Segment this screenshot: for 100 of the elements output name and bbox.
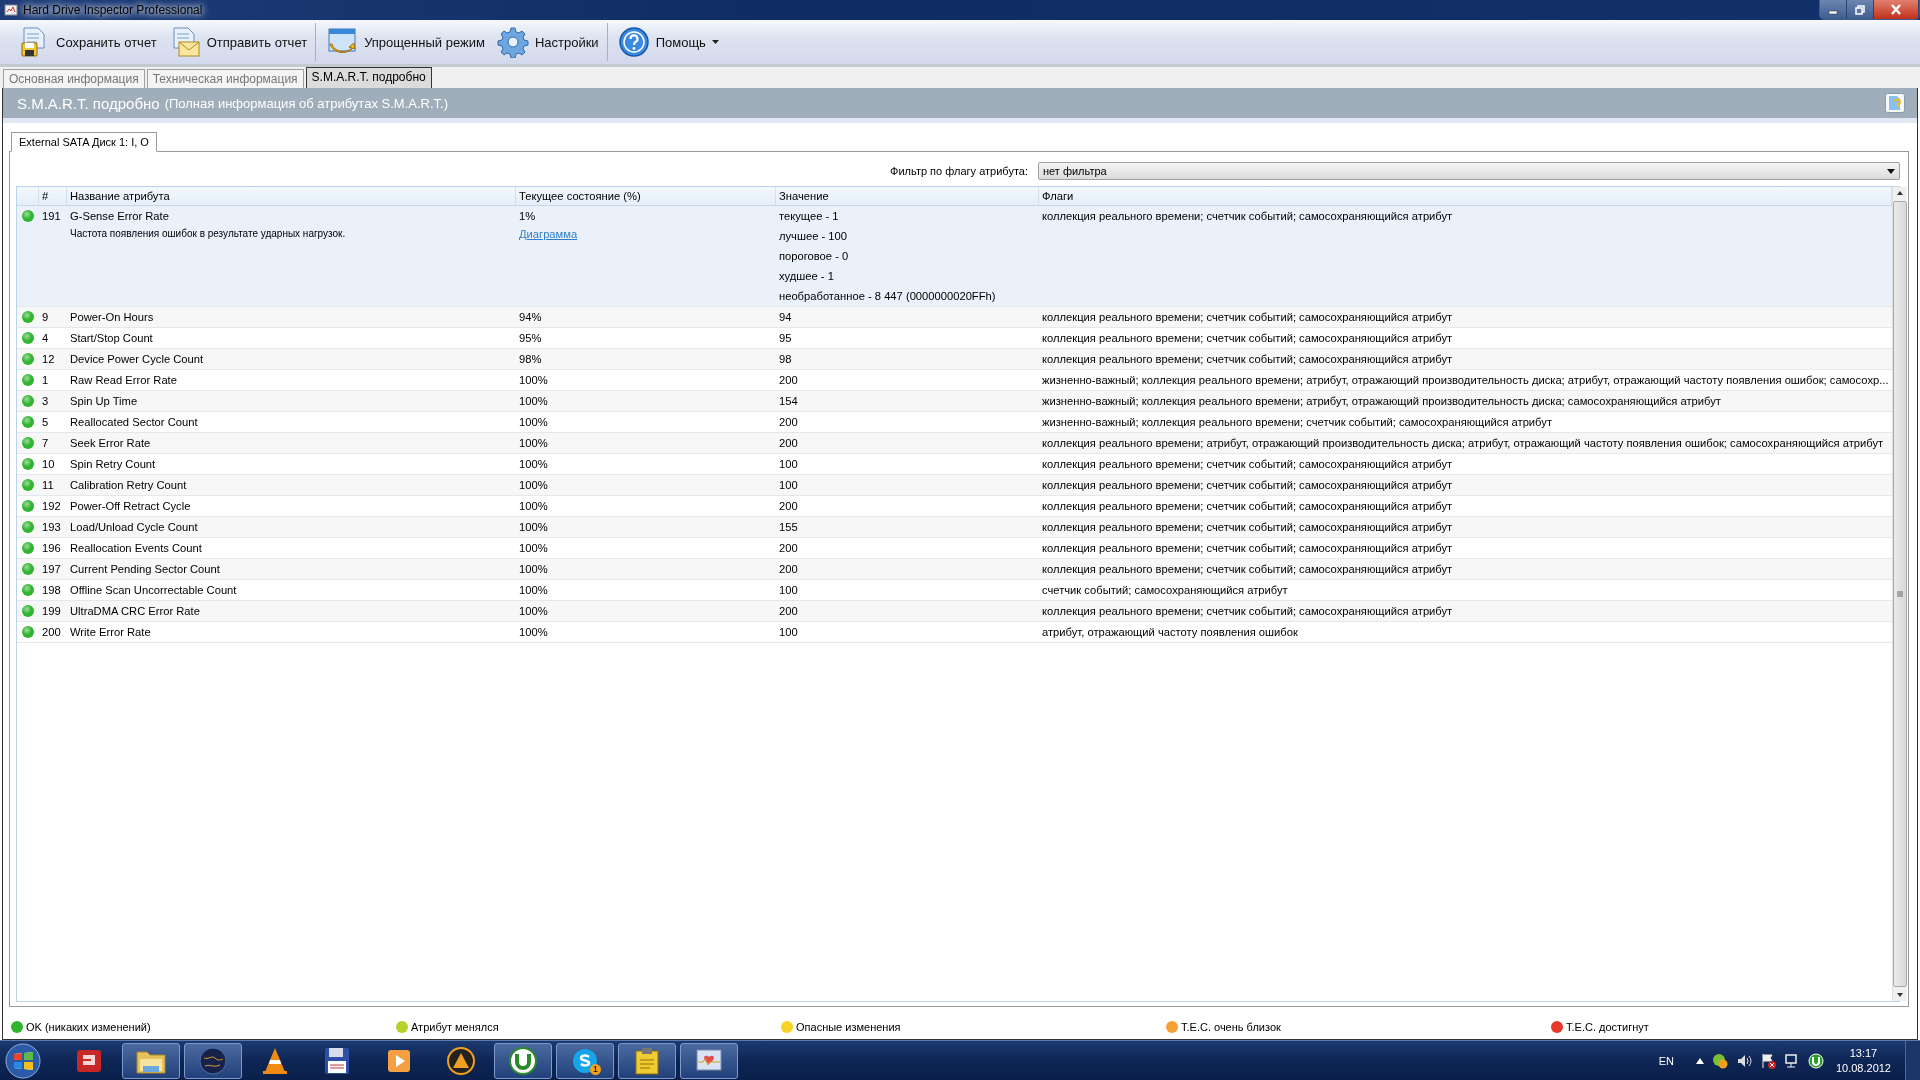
table-cell-text: Start/Stop Count xyxy=(70,331,154,346)
column-header[interactable]: Флаги xyxy=(1039,187,1892,205)
help-icon xyxy=(617,26,650,58)
value-detail: худшее - 1 xyxy=(779,269,835,284)
table-cell-text: Raw Read Error Rate xyxy=(70,373,178,388)
legend-label: T.E.C. достигнут xyxy=(1566,1021,1649,1033)
table-cell-text: 155 xyxy=(779,520,799,535)
section-title: S.M.A.R.T. подробно xyxy=(17,94,160,112)
tab[interactable]: Основная информация xyxy=(3,69,145,88)
table-cell: коллекция реального времени; счетчик событий; самосохраняющийся атрибут xyxy=(1042,479,1453,491)
close-button[interactable] xyxy=(1874,0,1919,19)
table-cell: коллекция реального времени; счетчик событий; самосохраняющийся атрибут xyxy=(1042,353,1453,365)
table-cell-text: 3 xyxy=(41,394,50,409)
table-cell: коллекция реального времени; счетчик событий; самосохраняющийся атрибут xyxy=(1042,563,1453,575)
column-header[interactable]: Название атрибута xyxy=(67,187,516,205)
table-cell: счетчик событий; самосохраняющийся атрибут xyxy=(1042,584,1288,596)
language-indicator[interactable]: EN xyxy=(1658,1054,1674,1067)
table-cell-text: 100% xyxy=(519,394,549,409)
network-icon[interactable] xyxy=(1783,1052,1800,1069)
restore-button[interactable] xyxy=(1847,0,1874,19)
taskbar-button[interactable]: 1 xyxy=(556,1042,614,1079)
table-cell-text: 100 xyxy=(779,457,799,472)
table-cell-text: 100% xyxy=(519,604,549,619)
table-cell-text: 196 xyxy=(41,541,62,556)
show-desktop-button[interactable] xyxy=(1905,1040,1920,1080)
toolbar-button[interactable]: Сохранить отчет xyxy=(12,23,163,61)
table-cell-text: 94% xyxy=(519,310,543,325)
table-cell-text: 100% xyxy=(519,457,549,472)
table-cell-text: 9 xyxy=(41,310,50,325)
table-cell-text: 191 xyxy=(41,209,62,224)
table-cell-text: 200 xyxy=(779,604,799,619)
table-cell-text: 1 xyxy=(41,373,50,388)
table-cell-text: 199 xyxy=(41,604,62,619)
table-cell-text: Offline Scan Uncorrectable Count xyxy=(70,583,238,598)
table-cell-text: Reallocated Sector Count xyxy=(70,415,199,430)
toolbar-button[interactable]: Упрощенный режим xyxy=(320,23,491,61)
filter-label: Фильтр по флагу атрибута: xyxy=(890,165,1028,177)
filter-dropdown[interactable]: нет фильтра xyxy=(1038,162,1900,180)
taskbar-button[interactable] xyxy=(680,1042,738,1079)
show-hidden-icons-icon[interactable] xyxy=(1695,1057,1704,1064)
tab[interactable]: Техническая информация xyxy=(146,69,304,88)
table-cell: коллекция реального времени; счетчик событий; самосохраняющийся атрибут xyxy=(1042,458,1453,470)
table-cell-text: Load/Unload Cycle Count xyxy=(70,520,199,535)
table-cell: коллекция реального времени; счетчик событий; самосохраняющийся атрибут xyxy=(1042,521,1453,533)
taskbar-button[interactable] xyxy=(494,1042,552,1079)
table-cell: жизненно-важный; коллекция реального времени; атрибут, отражающий производительность диска; самосохраняющийся атрибут xyxy=(1042,395,1721,407)
table-cell-text: 98% xyxy=(519,352,543,367)
table-cell-text: 100 xyxy=(779,478,799,493)
table-cell-text: Power-On Hours xyxy=(70,310,155,325)
table-cell-text: 100% xyxy=(519,625,549,640)
table-cell-text: Spin Up Time xyxy=(70,394,139,409)
table-cell: коллекция реального времени; атрибут, отражающий производительность диска; атрибут, отражающий частоту появления ошибок; самосохраняющийся атрибут xyxy=(1042,437,1884,449)
column-header[interactable]: # xyxy=(39,187,67,205)
table-cell-text: Reallocation Events Count xyxy=(70,541,203,556)
table-cell-text: Write Error Rate xyxy=(70,625,152,640)
chat-status-icon[interactable] xyxy=(1711,1052,1728,1069)
tab[interactable]: S.M.A.R.T. подробно xyxy=(305,67,432,88)
help-document-icon[interactable] xyxy=(1885,93,1905,113)
table-cell-text: G-Sense Error Rate xyxy=(70,209,170,224)
table-cell-text: Power-Off Retract Cycle xyxy=(70,499,192,514)
table-cell-text: Device Power Cycle Count xyxy=(70,352,205,367)
table-cell-text: 100 xyxy=(779,625,799,640)
table-cell: коллекция реального времени; счетчик событий; самосохраняющийся атрибут xyxy=(1042,542,1453,554)
torrent-icon[interactable] xyxy=(1807,1052,1824,1069)
toolbar-button[interactable]: Помощь xyxy=(611,23,725,61)
chart-link[interactable]: Диаграмма xyxy=(519,228,578,240)
table-cell-text: UltraDMA CRC Error Rate xyxy=(70,604,201,619)
taskbar-button[interactable] xyxy=(618,1042,676,1079)
scrollbar[interactable] xyxy=(1891,187,1907,1001)
table-cell-text: 100% xyxy=(519,520,549,535)
table-cell-text: 197 xyxy=(41,562,62,577)
taskbar-button[interactable] xyxy=(122,1042,180,1079)
column-header[interactable]: Значение xyxy=(776,187,1039,205)
torrent-icon xyxy=(508,1045,538,1076)
notification-badge: 1 xyxy=(590,1063,601,1075)
table-cell-text: 12 xyxy=(41,352,56,367)
table-cell-text: 200 xyxy=(779,373,799,388)
window-title: Hard Drive Inspector Professional xyxy=(23,3,203,17)
table-cell-text: 98 xyxy=(779,352,793,367)
caret-icon xyxy=(711,40,719,44)
table-cell-text: Seek Error Rate xyxy=(70,436,152,451)
table-cell-text: 95% xyxy=(519,331,543,346)
toolbar-button[interactable]: Настройки xyxy=(490,23,608,61)
caret-icon xyxy=(1887,168,1895,174)
table-cell: коллекция реального времени; счетчик событий; самосохраняющийся атрибут xyxy=(1042,210,1453,222)
minimize-button[interactable] xyxy=(1820,0,1847,19)
table-cell-text: 11 xyxy=(41,478,55,493)
restore-icon xyxy=(1855,4,1865,15)
drive-tab[interactable]: External SATA Диск 1: I, O xyxy=(11,132,157,152)
legend-label: T.E.C. очень близок xyxy=(1181,1021,1281,1033)
table-cell-text: 192 xyxy=(41,499,62,514)
table-cell: коллекция реального времени; счетчик событий; самосохраняющийся атрибут xyxy=(1042,605,1453,617)
toolbar-button[interactable]: Отправить отчет xyxy=(162,23,317,61)
clock[interactable]: 13:17 10.08.2012 xyxy=(1835,1045,1891,1076)
table-cell: атрибут, отражающий частоту появления ошибок xyxy=(1042,626,1298,638)
table-cell: жизненно-важный; коллекция реального времени; атрибут, отражающий производительность диска; атрибут, отражающий частоту появления ошибок; самосохр... xyxy=(1042,374,1889,386)
table-cell-text: 200 xyxy=(779,499,799,514)
table-cell: коллекция реального времени; счетчик событий; самосохраняющийся атрибут xyxy=(1042,311,1453,323)
column-header[interactable]: Текущее состояние (%) xyxy=(516,187,776,205)
flag-icon[interactable] xyxy=(1759,1052,1776,1069)
